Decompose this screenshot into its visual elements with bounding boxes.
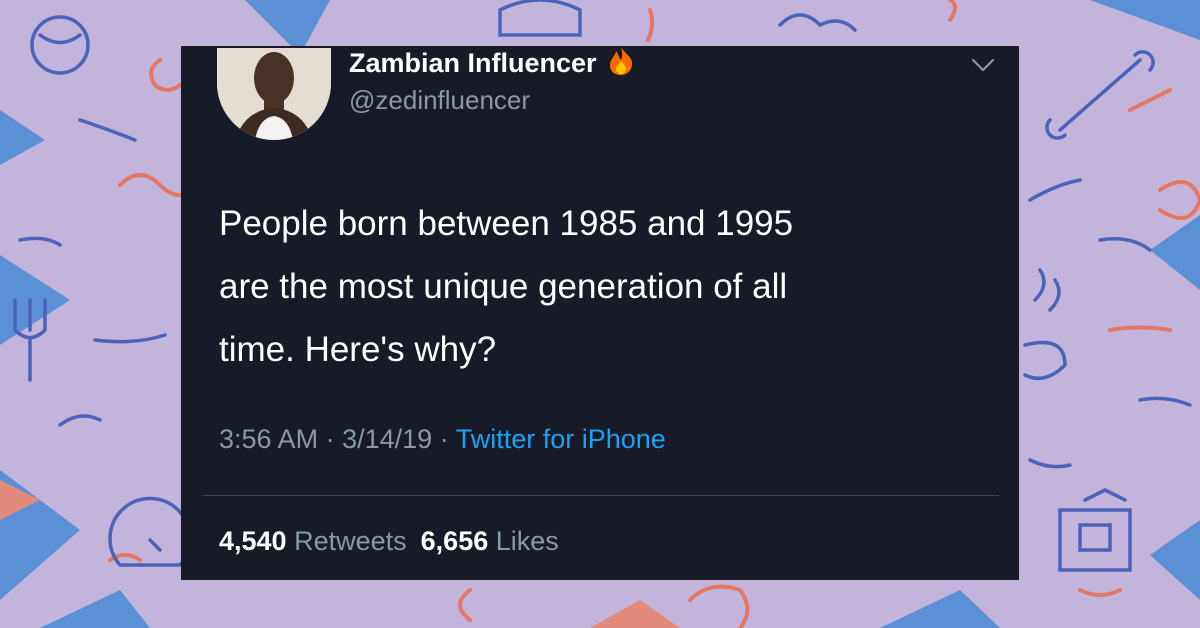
fire-icon — [607, 46, 635, 81]
display-name[interactable]: Zambian Influencer — [349, 48, 597, 79]
tweet-stats: 4,540 Retweets 6,656 Likes — [219, 526, 559, 557]
tweet-text-line: are the most unique generation of all — [219, 267, 788, 306]
tweet-time[interactable]: 3:56 AM — [219, 424, 318, 454]
tweet-source-link[interactable]: Twitter for iPhone — [456, 424, 666, 454]
divider — [203, 495, 999, 496]
chevron-down-icon[interactable] — [971, 58, 995, 77]
avatar[interactable] — [217, 48, 331, 140]
tweet-text: People born between 1985 and 1995 are th… — [219, 192, 979, 381]
tweet-date[interactable]: 3/14/19 — [342, 424, 432, 454]
likes-count: 6,656 — [420, 526, 489, 556]
retweets-count: 4,540 — [219, 526, 287, 556]
likes-stat[interactable]: 6,656 Likes — [421, 526, 559, 556]
retweets-label: Retweets — [294, 526, 407, 556]
tweet-metadata: 3:56 AM · 3/14/19 · Twitter for iPhone — [219, 424, 666, 455]
tweet-card: Zambian Influencer @zedinfluencer People… — [181, 46, 1019, 580]
likes-label: Likes — [495, 526, 559, 556]
retweets-stat[interactable]: 4,540 Retweets — [219, 526, 407, 556]
user-handle[interactable]: @zedinfluencer — [349, 85, 530, 116]
separator: · — [439, 424, 449, 454]
tweet-text-line: People born between 1985 and 1995 — [219, 204, 794, 243]
avatar-image — [217, 48, 331, 140]
tweet-text-line: time. Here's why? — [219, 330, 497, 369]
separator: · — [325, 424, 335, 454]
